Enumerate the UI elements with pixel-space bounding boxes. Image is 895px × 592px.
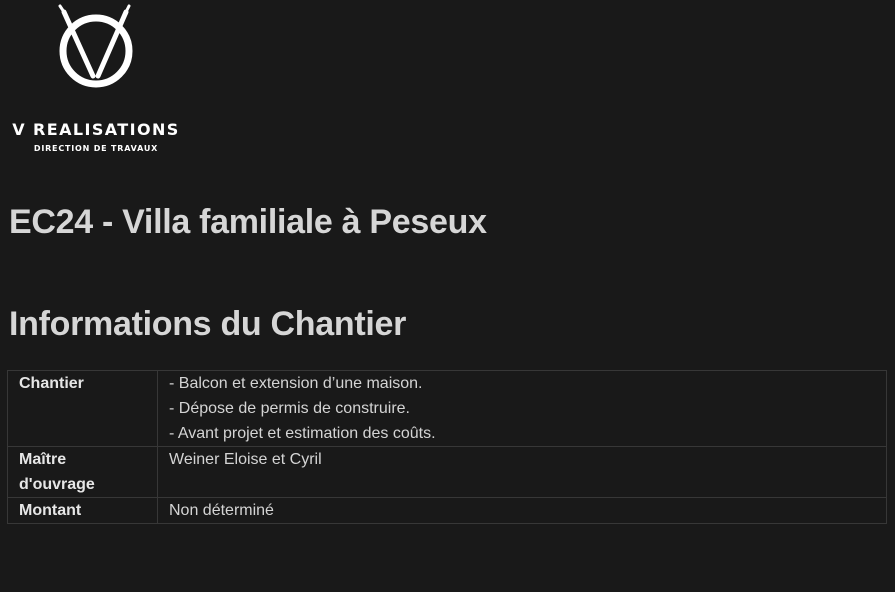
table-row: Chantier - Balcon et extension d’une mai… (7, 370, 887, 447)
table-row: Maître d'ouvrage Weiner Eloise et Cyril (7, 446, 887, 498)
table-row: Montant Non déterminé (7, 497, 887, 524)
table-row-value: - Balcon et extension d’une maison. - Dé… (157, 370, 887, 447)
value-line: - Avant projet et estimation des coûts. (169, 425, 436, 442)
info-table: Chantier - Balcon et extension d’une mai… (7, 370, 887, 524)
logo-tagline: DIRECTION DE TRAVAUX (34, 144, 158, 153)
section-title: Informations du Chantier (9, 305, 407, 343)
label-line: Maître (19, 451, 67, 468)
value-line: - Dépose de permis de construire. (169, 400, 410, 417)
logo-brand-name: V REALISATIONS (12, 120, 179, 139)
table-row-label: Chantier (7, 370, 158, 447)
table-row-label: Montant (7, 497, 158, 524)
label-line: d'ouvrage (19, 476, 95, 493)
value-line: - Balcon et extension d’une maison. (169, 375, 423, 392)
table-row-value: Weiner Eloise et Cyril (157, 446, 887, 498)
page-title: EC24 - Villa familiale à Peseux (9, 203, 487, 241)
company-logo[interactable]: V REALISATIONS DIRECTION DE TRAVAUX (0, 0, 200, 160)
logo-mark-icon: V REALISATIONS DIRECTION DE TRAVAUX (12, 4, 179, 153)
table-row-label: Maître d'ouvrage (7, 446, 158, 498)
page: V REALISATIONS DIRECTION DE TRAVAUX EC24… (0, 0, 895, 592)
table-row-value: Non déterminé (157, 497, 887, 524)
